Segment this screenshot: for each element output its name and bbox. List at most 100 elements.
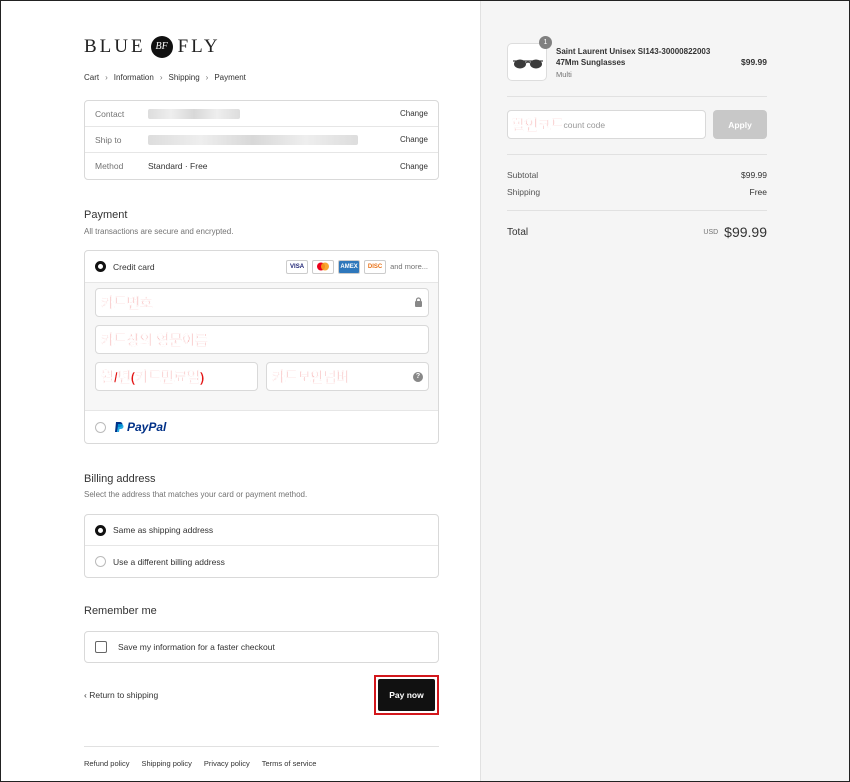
change-method-link[interactable]: Change [400, 162, 428, 171]
footer-links: Refund policy Shipping policy Privacy po… [84, 759, 316, 768]
billing-different-option[interactable]: Use a different billing address [85, 546, 438, 577]
brand-logo[interactable]: BLUE BF FLY [84, 36, 221, 58]
shipping-value: Free [749, 187, 767, 197]
more-cards-text: and more... [390, 262, 428, 271]
method-label: Method [95, 161, 124, 171]
contact-row: Contact Change [85, 101, 438, 127]
help-icon[interactable]: ? [413, 371, 423, 382]
total-label: Total [507, 226, 529, 238]
billing-subtitle: Select the address that matches your car… [84, 490, 308, 499]
chevron-right-icon: › [105, 73, 108, 82]
logo-text-right: FLY [177, 36, 221, 57]
remember-label: Save my information for a faster checkou… [118, 642, 275, 652]
breadcrumb-payment: Payment [214, 73, 246, 82]
terms-of-service-link[interactable]: Terms of service [262, 759, 317, 768]
card-number-label: 카드번호 [101, 294, 153, 311]
breadcrumb-information[interactable]: Information [114, 73, 154, 82]
remember-checkbox[interactable] [95, 641, 107, 653]
amex-icon: AMEX [338, 259, 361, 274]
logo-text-left: BLUE [84, 36, 146, 57]
payment-title: Payment [84, 209, 128, 221]
chevron-right-icon: › [205, 73, 209, 82]
total-value: $99.99 [724, 224, 767, 240]
discount-placeholder: count code [563, 119, 606, 130]
subtotal-label: Subtotal [507, 170, 539, 180]
shipto-row: Ship to Change [85, 127, 438, 153]
visa-icon: VISA [286, 259, 309, 274]
discount-label: 할인코드 [512, 116, 564, 133]
billing-different-label: Use a different billing address [113, 556, 225, 567]
paypal-icon [115, 422, 124, 432]
change-contact-link[interactable]: Change [400, 109, 428, 118]
paypal-option[interactable]: PayPal [85, 411, 438, 443]
billing-same-label: Same as shipping address [113, 525, 214, 535]
contact-value-redacted [148, 108, 400, 119]
card-brands: VISA AMEX DISC and more... [286, 259, 428, 274]
return-to-shipping-link[interactable]: ‹ Return to shipping [84, 690, 158, 700]
product-price: $99.99 [741, 57, 767, 67]
chevron-left-icon: ‹ [84, 690, 87, 700]
pay-now-highlight: Pay now [374, 675, 439, 715]
logo-monogram: BF [150, 36, 173, 58]
name-on-card-field[interactable]: 카드상의 영문이름 [95, 325, 429, 354]
payment-subtitle: All transactions are secure and encrypte… [84, 227, 234, 236]
security-code-label: 카드보안넘버 [272, 368, 350, 385]
card-number-field[interactable]: 카드번호 [95, 288, 429, 317]
billing-same-option[interactable]: Same as shipping address [85, 515, 438, 546]
expiry-field[interactable]: 월/년(카드만료일) [95, 362, 258, 391]
remember-title: Remember me [84, 605, 157, 617]
total-row: Total USD $99.99 [507, 224, 767, 240]
shipping-policy-link[interactable]: Shipping policy [141, 759, 191, 768]
security-code-field[interactable]: 카드보안넘버 ? [266, 362, 429, 391]
return-label: Return to shipping [89, 690, 159, 700]
summary-divider [507, 96, 767, 97]
shipping-label: Shipping [507, 187, 541, 197]
name-on-card-label: 카드상의 영문이름 [101, 331, 208, 348]
breadcrumb-cart[interactable]: Cart [84, 73, 99, 82]
subtotal-value: $99.99 [741, 170, 767, 180]
breadcrumb: Cart › Information › Shipping › Payment [84, 73, 246, 82]
breadcrumb-shipping[interactable]: Shipping [169, 73, 200, 82]
shipping-row: Shipping Free [507, 187, 767, 197]
method-value: Standard · Free [148, 161, 208, 171]
apply-button[interactable]: Apply [713, 110, 767, 139]
summary-divider [507, 210, 767, 211]
currency-code: USD [703, 228, 719, 236]
privacy-policy-link[interactable]: Privacy policy [204, 759, 250, 768]
credit-card-radio[interactable] [95, 261, 106, 272]
sunglasses-icon [513, 59, 543, 69]
shipto-value-redacted [148, 134, 400, 145]
shipto-label: Ship to [95, 134, 122, 145]
paypal-logo: PayPal [114, 420, 166, 434]
remember-box: Save my information for a faster checkou… [84, 631, 439, 663]
product-name: Saint Laurent Unisex Sl143-30000822003 4… [556, 47, 711, 67]
change-shipto-link[interactable]: Change [400, 135, 428, 144]
lock-icon [414, 296, 423, 309]
credit-card-option[interactable]: Credit card VISA AMEX DISC and more... [85, 251, 438, 283]
product-variant: Multi [556, 70, 572, 79]
checkout-main: BLUE BF FLY Cart › Information › Shipping ›… [0, 0, 480, 782]
paypal-text: PayPal [127, 420, 167, 434]
card-fields: 카드번호 카드상의 영문이름 월/년(카드만료일) 카드보안넘버 ? [85, 283, 438, 411]
discount-code-input[interactable]: 할인코드 count code [507, 110, 706, 139]
contact-label: Contact [95, 108, 125, 119]
billing-title: Billing address [84, 473, 156, 485]
expiry-label: 월/년(카드만료일) [101, 368, 205, 385]
paypal-radio[interactable] [95, 421, 106, 433]
review-info-box: Contact Change Ship to Change Method Sta… [84, 100, 439, 180]
subtotal-row: Subtotal $99.99 [507, 170, 767, 180]
product-thumbnail [507, 43, 547, 81]
footer-divider [84, 746, 439, 747]
quantity-badge: 1 [539, 36, 552, 49]
summary-divider [507, 154, 767, 155]
pay-now-button[interactable]: Pay now [378, 679, 435, 711]
mastercard-icon [312, 259, 335, 274]
billing-same-radio[interactable] [95, 524, 106, 536]
billing-box: Same as shipping address Use a different… [84, 514, 439, 578]
chevron-right-icon: › [159, 73, 163, 82]
credit-card-label: Credit card [113, 261, 155, 272]
billing-different-radio[interactable] [95, 556, 106, 567]
payment-method-box: Credit card VISA AMEX DISC and more... 카… [84, 250, 439, 444]
refund-policy-link[interactable]: Refund policy [84, 759, 129, 768]
discover-icon: DISC [364, 259, 387, 274]
